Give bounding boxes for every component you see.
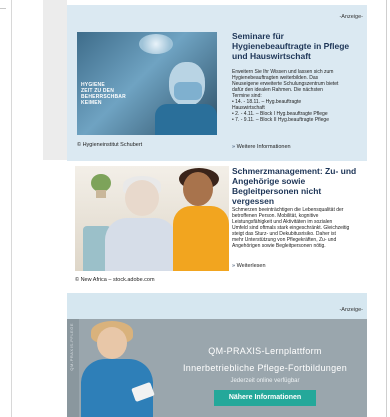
more-info-button[interactable]: Nähere Informationen [214,390,316,406]
ad-title[interactable]: Seminare für Hygienebeauftragte in Pfleg… [232,31,362,61]
right-rail [386,0,387,417]
overlay-line: KEIMEN [81,100,102,106]
hygiene-seminar-ad[interactable]: -Anzeige- HYGIENE ZEIT ZU DEN BEHERRSCHB… [67,5,367,161]
image-credit: © Hygieneinstitut Schubert [77,142,143,148]
carer-head [183,172,213,206]
link-label: Weitere Informationen [236,144,291,150]
ad-label: -Anzeige- [339,307,363,313]
pain-management-article[interactable]: © New Africa – stock.adobe.com Schmerzma… [67,163,367,288]
text-line: Angehörigen sowie Begleitpersonen nötig. [232,243,326,249]
surgical-lamp [139,34,173,54]
left-rail [0,0,12,417]
banner-subheadline: Innerbetriebliche Pflege-Fortbildungen [183,363,347,373]
more-info-link[interactable]: » Weitere Informationen [232,144,291,150]
image-credit: © New Africa – stock.adobe.com [75,277,155,283]
article-image[interactable] [75,166,229,271]
ad-label: -Anzeige- [339,14,363,20]
elder-head [125,180,159,216]
stripe-text: QM-PRAXIS-PFLEGE [69,323,74,371]
plant-pot [96,190,106,198]
gray-column [43,0,67,160]
qm-praxis-ad[interactable]: -Anzeige- QM-PRAXIS-PFLEGE QM-PRAXIS-Ler… [67,293,367,417]
text-line: • 7. - 9.11. – Block II Hyg.beauftragte … [232,117,329,123]
article-title[interactable]: Schmerzmanagement: Zu- und Angehörige so… [232,166,365,206]
banner-tagline: Jederzeit online verfügbar [230,378,300,384]
banner-headline: QM-PRAXIS-Lernplattform [208,346,322,356]
read-more-link[interactable]: » Weiterlesen [232,263,266,269]
link-label: Weiterlesen [236,263,266,269]
image-overlay-text: HYGIENE ZEIT ZU DEN BEHERRSCHBAR KEIMEN [81,82,153,106]
nurse-head [97,327,127,359]
article-text: Schmerzen beeinträchtigen die Lebensqual… [232,207,364,249]
ad-text: Erweitern Sie Ihr Wissen und lassen sich… [232,69,364,123]
carer-body [173,206,229,271]
person-body [155,104,217,135]
elder-body [105,218,177,271]
rail-tick [0,8,6,9]
face-mask [174,82,202,100]
ad-image[interactable]: HYGIENE ZEIT ZU DEN BEHERRSCHBAR KEIMEN [77,32,217,135]
